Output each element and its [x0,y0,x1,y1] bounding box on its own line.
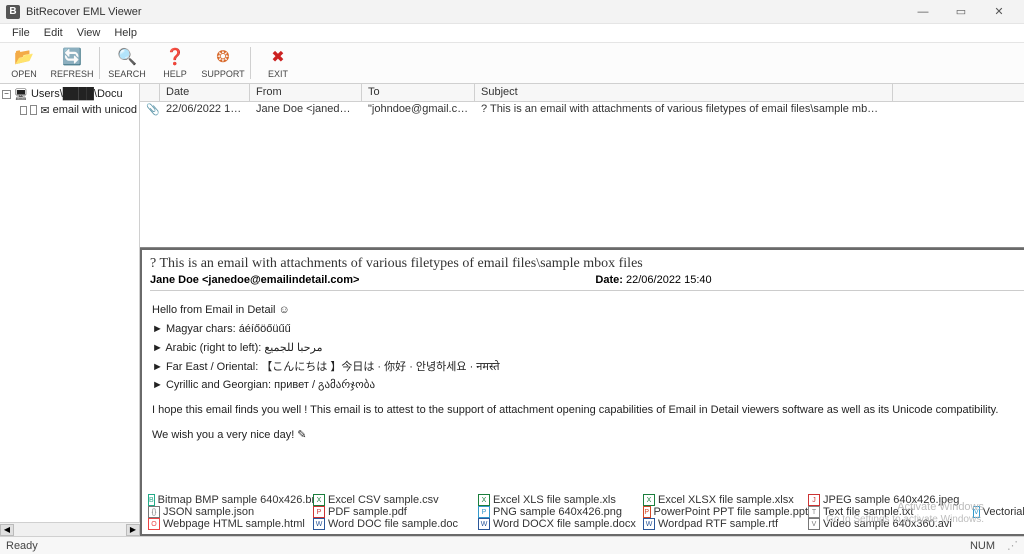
app-icon: B [6,5,20,19]
preview-subject: ? This is an email with attachments of v… [150,256,1024,272]
col-to[interactable]: To [362,84,475,101]
open-button[interactable]: 📂OPEN [0,43,48,83]
file-icon: W [313,518,325,530]
file-icon: X [643,494,655,506]
window-title: BitRecover EML Viewer [26,6,142,18]
help-button[interactable]: ❓HELP [151,43,199,83]
status-num: NUM [970,540,995,552]
file-icon: X [313,494,325,506]
list-header: Date From To Subject [140,84,1024,102]
attachment-item[interactable]: PPNG sample 640x426.png [478,506,643,518]
file-icon: X [478,494,490,506]
attachment-item[interactable]: WWord DOC file sample.doc [313,518,478,530]
file-icon: V [973,506,980,518]
close-icon: ✖ [271,47,284,67]
file-icon: O [148,518,160,530]
scroll-right-icon[interactable]: ▶ [126,524,140,536]
attachment-item[interactable]: XExcel CSV sample.csv [313,494,478,506]
tree-child[interactable]: ✉ email with unicod [2,102,137,118]
email-row[interactable]: 📎 22/06/2022 15:40 Jane Doe <janedoe@ema… [140,102,1024,118]
menu-help[interactable]: Help [108,26,143,40]
close-button[interactable]: ✕ [980,1,1018,23]
mail-icon: ✉ [40,104,49,117]
list-empty [140,118,1024,248]
paperclip-icon: 📎 [140,102,160,118]
file-icon: T [808,506,820,518]
exit-button[interactable]: ✖EXIT [254,43,302,83]
file-icon: V [808,518,820,530]
menu-file[interactable]: File [6,26,36,40]
expand-icon[interactable] [20,106,27,115]
folder-tree[interactable]: − 🖥 Users\████\Docu ✉ email with unicod [0,84,140,522]
file-icon: P [643,506,651,518]
refresh-button[interactable]: 🔄REFRESH [48,43,96,83]
toolbar: 📂OPEN 🔄REFRESH 🔍SEARCH ❓HELP ❂SUPPORT ✖E… [0,42,1024,84]
status-ready: Ready [6,540,38,552]
tree-scrollbar[interactable]: ◀ ▶ [0,522,140,536]
title-bar: B BitRecover EML Viewer — ▭ ✕ [0,0,1024,24]
col-attachment[interactable] [140,84,160,101]
search-button[interactable]: 🔍SEARCH [103,43,151,83]
col-subject[interactable]: Subject [475,84,893,101]
file-icon: J [808,494,820,506]
attachment-item[interactable]: OWebpage HTML sample.html [148,518,313,530]
file-icon: {} [148,506,160,518]
preview-pane: ? This is an email with attachments of v… [140,248,1024,536]
lifebuoy-icon: ❂ [216,47,229,67]
attachment-item[interactable]: PPDF sample.pdf [313,506,478,518]
resize-grip-icon[interactable]: ⋰ [1007,539,1018,552]
attachment-item[interactable]: TText file sample.txt [808,506,973,518]
maximize-button[interactable]: ▭ [942,1,980,23]
attachment-item[interactable]: XExcel XLS file sample.xls [478,494,643,506]
folder-open-icon: 📂 [14,47,34,67]
menu-view[interactable]: View [71,26,107,40]
attachments-bar: BBitmap BMP sample 640x426.bmpXExcel CSV… [142,492,1024,534]
attachment-item[interactable]: BBitmap BMP sample 640x426.bmp [148,494,313,506]
preview-body: Hello from Email in Detail ☺ ► Magyar ch… [142,295,1024,492]
collapse-icon[interactable]: − [2,90,11,99]
refresh-icon: 🔄 [62,47,82,67]
col-from[interactable]: From [250,84,362,101]
attachment-item[interactable]: VVideo sample 640x360.avi [808,518,973,530]
attachment-item[interactable]: {}JSON sample.json [148,506,313,518]
menu-bar: File Edit View Help [0,24,1024,42]
drive-icon: 🖥 [14,88,28,101]
attachment-item[interactable]: XExcel XLSX file sample.xlsx [643,494,808,506]
file-icon: P [313,506,325,518]
file-icon: P [478,506,490,518]
preview-date: 22/06/2022 15:40 [626,274,712,286]
attachment-item[interactable]: VVectorial image SVG sample 640x426.svg [973,506,1024,518]
minimize-button[interactable]: — [904,1,942,23]
file-icon: B [148,494,155,506]
status-bar: Ready NUM ⋰ [0,536,1024,554]
help-icon: ❓ [165,47,185,67]
attachment-item[interactable]: WWordpad RTF sample.rtf [643,518,808,530]
support-button[interactable]: ❂SUPPORT [199,43,247,83]
attachment-item[interactable]: WWord DOCX file sample.docx [478,518,643,530]
checkbox-icon[interactable] [30,105,38,115]
scroll-left-icon[interactable]: ◀ [0,524,14,536]
menu-edit[interactable]: Edit [38,26,69,40]
attachment-item[interactable]: JJPEG sample 640x426.jpeg [808,494,973,506]
preview-from: Jane Doe <janedoe@emailindetail.com> [150,274,359,286]
col-date[interactable]: Date [160,84,250,101]
tree-root[interactable]: − 🖥 Users\████\Docu [2,86,137,102]
search-icon: 🔍 [117,47,137,67]
file-icon: W [478,518,490,530]
attachment-item[interactable]: PPowerPoint PPT file sample.ppt [643,506,808,518]
file-icon: W [643,518,655,530]
